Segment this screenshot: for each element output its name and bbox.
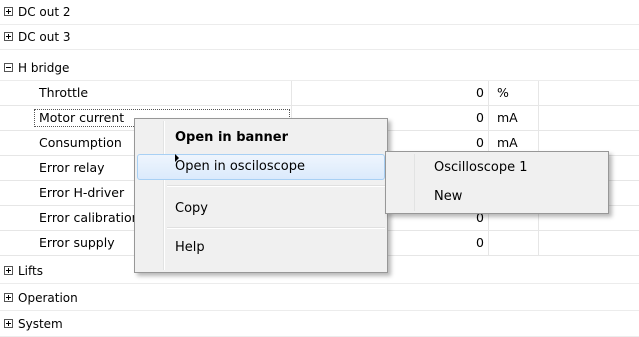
menu-item-help[interactable]: Help [137, 235, 385, 261]
menu-item-copy[interactable]: Copy [137, 196, 385, 222]
column-divider [488, 106, 489, 130]
property-name: Error calibration [39, 210, 140, 225]
property-name: Error supply [39, 235, 115, 250]
group-label: DC out 2 [18, 5, 71, 19]
group-label: H bridge [18, 61, 70, 75]
menu-item-label: Copy [175, 201, 208, 216]
group-h-bridge[interactable]: H bridge [0, 56, 639, 81]
property-name: Motor current [39, 110, 125, 125]
group-operation[interactable]: Operation [0, 286, 639, 311]
expand-plus-icon[interactable] [4, 7, 13, 16]
menu-item-label: Help [175, 240, 205, 255]
menu-item-label: Open in osciloscope [175, 159, 306, 174]
property-name: Throttle [39, 85, 89, 100]
property-name: Error H-driver [39, 185, 125, 200]
submenu-item-oscilloscope-1[interactable]: Oscilloscope 1 [388, 155, 606, 181]
property-value: 0 [476, 110, 484, 125]
property-value: 0 [476, 235, 484, 250]
expand-plus-icon[interactable] [4, 32, 13, 41]
column-divider [488, 231, 489, 255]
oscilloscope-submenu: Oscilloscope 1 New [385, 151, 609, 214]
property-value: 0 [476, 85, 484, 100]
expand-plus-icon[interactable] [4, 266, 13, 275]
property-name: Error relay [39, 160, 105, 175]
group-dc-out-2[interactable]: DC out 2 [0, 0, 639, 25]
expand-plus-icon[interactable] [4, 293, 13, 302]
submenu-item-new[interactable]: New [388, 184, 606, 210]
group-label: Operation [18, 291, 78, 305]
column-divider [291, 81, 292, 105]
menu-item-label: Open in banner [175, 130, 289, 145]
group-label: System [18, 317, 63, 331]
column-divider [538, 81, 539, 105]
group-label: DC out 3 [18, 30, 71, 44]
property-unit: % [497, 85, 509, 100]
menu-item-open-in-banner[interactable]: Open in banner [137, 125, 385, 151]
property-row-throttle[interactable]: Throttle 0 % [0, 81, 639, 106]
expand-plus-icon[interactable] [4, 319, 13, 328]
submenu-item-label: New [434, 189, 463, 204]
column-divider [488, 81, 489, 105]
group-dc-out-3[interactable]: DC out 3 [0, 25, 639, 50]
property-name: Consumption [39, 135, 122, 150]
column-divider [538, 231, 539, 255]
group-system[interactable]: System [0, 312, 639, 337]
property-unit: mA [497, 110, 518, 125]
column-divider [538, 106, 539, 130]
submenu-arrow-icon [175, 154, 179, 162]
menu-item-open-in-oscilloscope[interactable]: Open in osciloscope [137, 154, 385, 180]
collapse-minus-icon[interactable] [4, 63, 13, 72]
menu-separator [167, 185, 385, 187]
context-menu: Open in banner Open in osciloscope Copy … [134, 118, 388, 273]
menu-separator [167, 227, 385, 229]
submenu-item-label: Oscilloscope 1 [434, 160, 528, 175]
group-label: Lifts [18, 264, 43, 278]
